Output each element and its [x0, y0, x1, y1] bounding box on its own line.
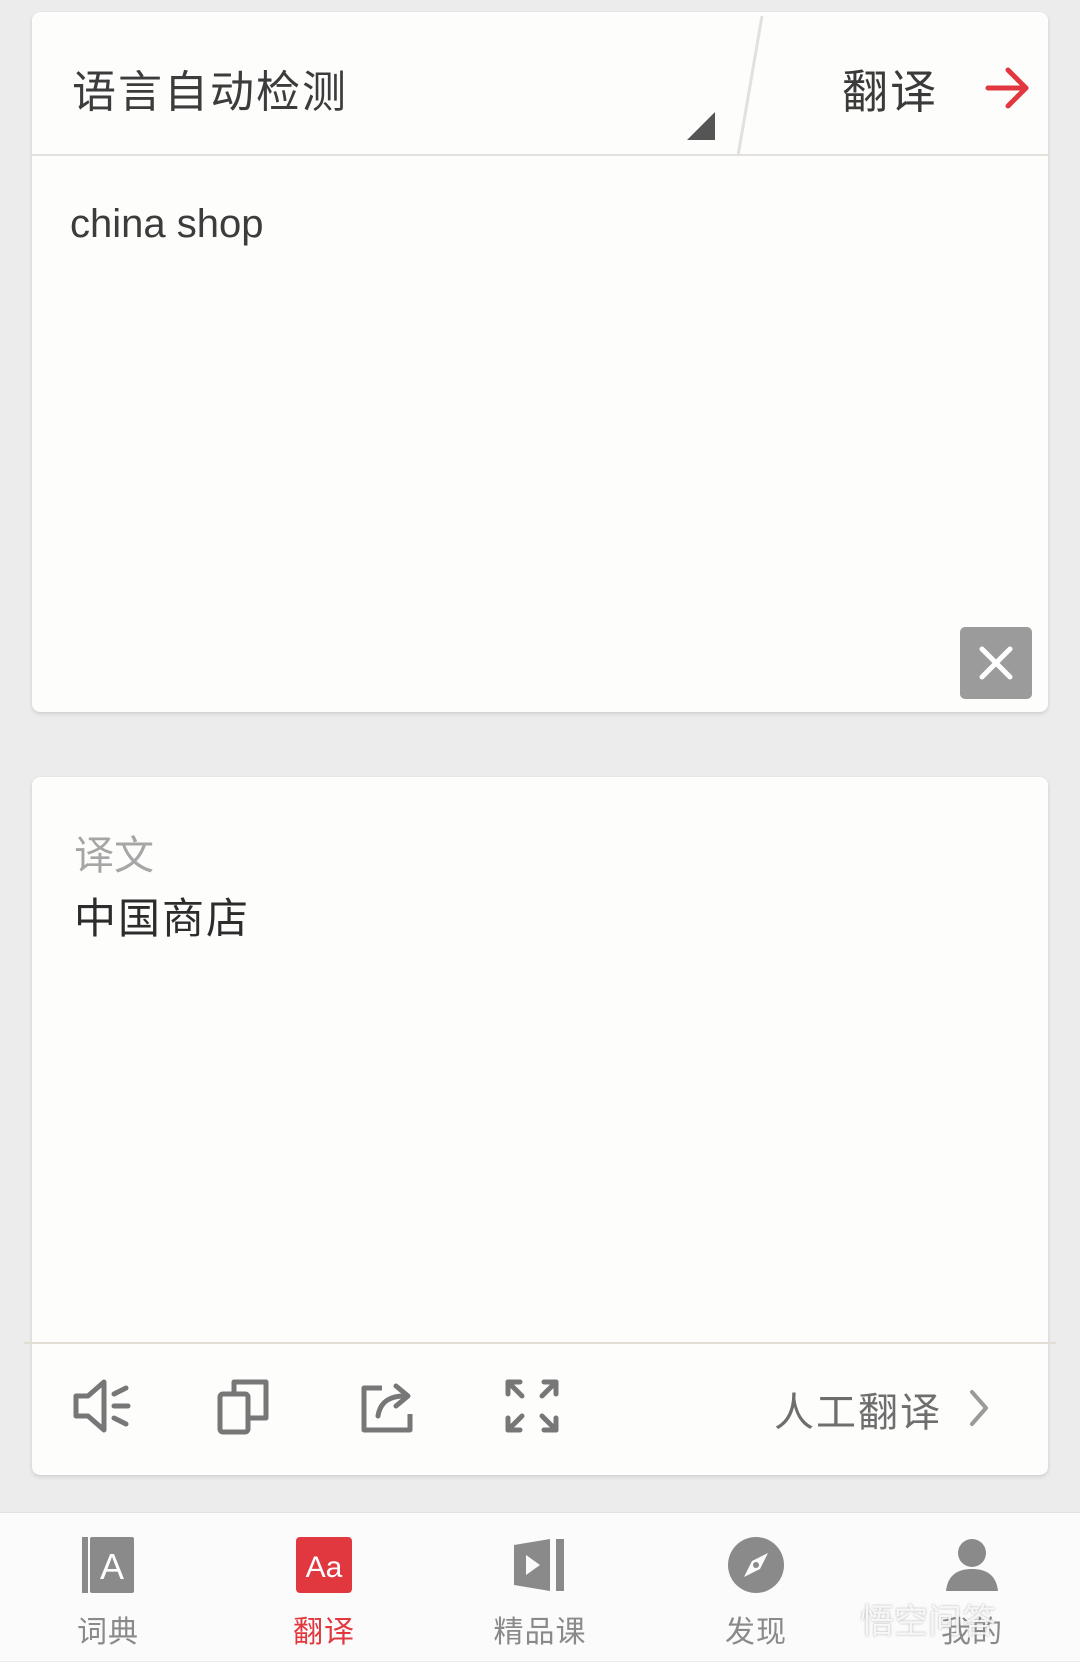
human-translation-label: 人工翻译: [774, 1390, 942, 1436]
nav-item-translate[interactable]: Aa 翻译: [216, 1513, 432, 1662]
result-toolbar: 人工翻译: [24, 1342, 1056, 1475]
translate-icon: Aa: [296, 1537, 352, 1593]
nav-label-courses: 精品课: [493, 1615, 587, 1650]
fullscreen-icon[interactable]: [500, 1374, 564, 1438]
nav-item-dictionary[interactable]: A 词典: [0, 1513, 216, 1662]
language-bar: 语言自动检测 翻译: [32, 12, 1048, 156]
compass-icon: [728, 1537, 784, 1593]
clear-input-button[interactable]: [960, 627, 1032, 699]
source-language-selector[interactable]: 语言自动检测: [32, 12, 732, 156]
dictionary-icon: A: [82, 1537, 134, 1593]
nav-label-discover: 发现: [725, 1615, 787, 1650]
chevron-right-icon: [970, 1390, 988, 1426]
speaker-icon[interactable]: [70, 1374, 134, 1438]
close-icon: [979, 646, 1013, 680]
copy-icon[interactable]: [212, 1374, 276, 1438]
arrow-right-icon: [985, 67, 1029, 109]
nav-label-dictionary: 词典: [77, 1615, 139, 1650]
translate-button[interactable]: 翻译: [772, 12, 1048, 156]
svg-text:Aa: Aa: [306, 1551, 343, 1584]
watermark-logo: 悟空问答: [860, 1602, 996, 1642]
nav-item-courses[interactable]: 精品课: [432, 1513, 648, 1662]
translate-button-label: 翻译: [842, 65, 938, 119]
user-icon: [946, 1539, 998, 1591]
share-icon[interactable]: [356, 1374, 420, 1438]
bar-divider: [736, 15, 764, 156]
result-heading: 译文: [74, 833, 154, 879]
nav-item-discover[interactable]: 发现: [648, 1513, 864, 1662]
svg-text:A: A: [100, 1546, 124, 1587]
course-video-icon: [514, 1539, 564, 1591]
human-translation-link[interactable]: 人工翻译: [774, 1380, 988, 1436]
dropdown-corner-icon: [687, 112, 715, 140]
source-text-input[interactable]: china shop: [70, 202, 263, 247]
nav-label-translate: 翻译: [293, 1615, 355, 1650]
translation-result-card: 译文 中国商店 人工翻译: [24, 777, 1056, 1475]
source-input-card: 语言自动检测 翻译 china shop: [32, 12, 1048, 712]
source-language-label: 语言自动检测: [72, 67, 348, 118]
translated-text: 中国商店: [74, 894, 251, 943]
